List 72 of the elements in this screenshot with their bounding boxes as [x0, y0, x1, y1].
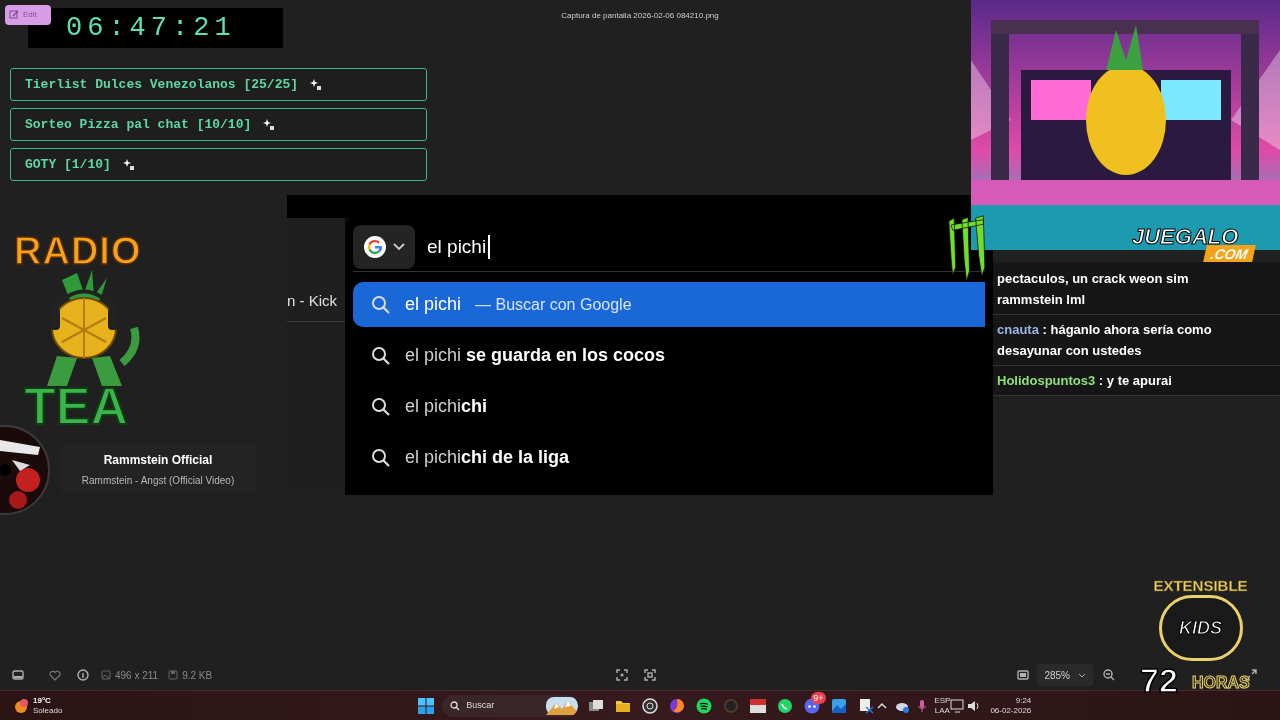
- snipping-icon[interactable]: [858, 697, 875, 714]
- sparkle-icon: [122, 159, 134, 170]
- focus-icon[interactable]: [616, 669, 629, 681]
- zoom-dropdown[interactable]: 285%: [1037, 664, 1094, 686]
- goal-label: Tierlist Dulces Venezolanos [25/25]: [25, 75, 299, 94]
- image-dimensions: 496 x 211: [115, 668, 159, 683]
- heart-icon[interactable]: [49, 669, 61, 681]
- info-icon[interactable]: [77, 669, 89, 681]
- kids-logo-text: KIDS: [1179, 616, 1222, 640]
- chat-message-text: pectaculos, un crack weon sim: [997, 270, 1190, 288]
- zoom-out-icon[interactable]: [1103, 669, 1116, 681]
- search-suggestion[interactable]: el pichichi: [353, 384, 985, 429]
- chat-message-text: rammstein lml: [997, 291, 1087, 309]
- sun-icon: [13, 697, 29, 714]
- save-icon: [168, 670, 179, 680]
- logo-text: RADIO: [14, 232, 142, 270]
- keyboard-language[interactable]: ESP: [934, 695, 951, 706]
- sparkle-icon: [310, 79, 322, 90]
- monitor-icon[interactable]: [950, 697, 967, 714]
- clock-time[interactable]: 9:24: [1015, 695, 1032, 706]
- suggestion-text: el pichichi de la liga: [405, 446, 570, 469]
- sparkle-icon: [263, 119, 275, 130]
- fit-screen-icon[interactable]: [1017, 670, 1030, 680]
- chat-message: cnauta : háganlo ahora sería como desayunar con ustedes: [997, 321, 1213, 360]
- track-title: Rammstein - Angst (Official Video): [81, 473, 235, 488]
- search-icon: [450, 700, 461, 711]
- taskbar-search[interactable]: Buscar: [442, 694, 579, 717]
- music-app-icon[interactable]: [696, 697, 713, 714]
- logo-text: TEA: [24, 380, 128, 432]
- task-view-icon[interactable]: [588, 697, 605, 714]
- search-placeholder: Buscar: [466, 698, 496, 712]
- edit-icon: [9, 10, 19, 20]
- notification-badge: 9+: [811, 691, 826, 704]
- search-suggestion[interactable]: el pichichi de la liga: [353, 435, 985, 480]
- search-icon: [371, 447, 391, 468]
- suggestion-text: el pichi: [405, 293, 462, 316]
- window-title: Captura de pantalla 2026-02-06 084210.png: [560, 10, 720, 22]
- aperture-icon[interactable]: [642, 697, 659, 714]
- search-suggestion[interactable]: el pichi se guarda en los cocos: [353, 333, 985, 378]
- browser-icon[interactable]: [669, 697, 686, 714]
- sponsor-logo-text: JUEGALO: [1132, 226, 1239, 248]
- suggestion-text: el pichi se guarda en los cocos: [405, 344, 666, 367]
- weather-temperature: 19°C: [33, 695, 52, 706]
- goal-label: Sorteo Pizza pal chat [10/10]: [25, 115, 252, 134]
- clock-date[interactable]: 06-02-2026: [990, 705, 1032, 716]
- search-engine-button[interactable]: [353, 224, 415, 269]
- suggestion-hint: — Buscar con Google: [475, 294, 632, 315]
- badge-text: HORAS: [1192, 675, 1250, 691]
- chevron-down-icon: [393, 242, 405, 251]
- search-input[interactable]: el pichi: [427, 234, 491, 259]
- search-icon: [371, 345, 391, 366]
- badge-text: EXTENSIBLE: [1153, 578, 1248, 593]
- search-suggestion[interactable]: el pichi — Buscar con Google: [353, 282, 985, 327]
- domain-badge: .COM: [1203, 245, 1256, 262]
- chevron-down-icon: [1078, 672, 1086, 678]
- channel-name: Rammstein Official: [103, 451, 213, 469]
- search-icon: [371, 396, 391, 417]
- windows-start-icon[interactable]: [418, 697, 435, 714]
- badge-number: 72: [1140, 663, 1178, 697]
- goal-label: GOTY [1/10]: [25, 155, 111, 174]
- search-icon: [371, 294, 391, 315]
- chat-bubble-icon[interactable]: [777, 697, 794, 714]
- scan-icon[interactable]: [644, 669, 657, 681]
- photos-icon[interactable]: [831, 697, 848, 714]
- panel-icon[interactable]: [12, 670, 24, 680]
- chat-message: Holidospuntos3 : y te apurai: [997, 372, 1173, 390]
- keyboard-layout[interactable]: LAA: [934, 705, 950, 716]
- google-icon: [363, 234, 387, 259]
- image-icon: [101, 670, 111, 680]
- suggestion-text: el pichichi: [405, 395, 488, 418]
- file-size: 9.2 KB: [182, 668, 213, 683]
- weather-condition: Soleado: [33, 705, 63, 716]
